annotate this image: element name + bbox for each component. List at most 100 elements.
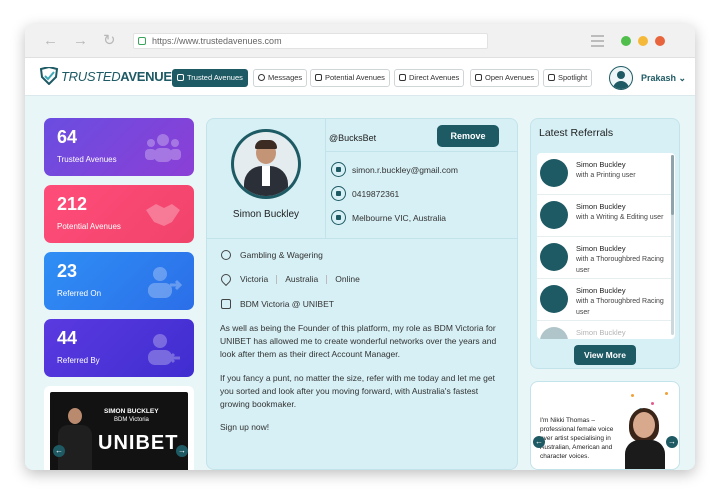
- role-text: BDM Victoria @ UNIBET: [240, 299, 334, 309]
- referral-desc: with a Writing & Editing user: [576, 214, 664, 221]
- voice-artist-photo: [623, 408, 669, 469]
- list-item[interactable]: Simon Buckley: [537, 321, 671, 339]
- promo-subtitle: BDM Victoria: [114, 417, 149, 423]
- email-icon: [331, 162, 346, 177]
- tab-label: Trusted Avenues: [187, 73, 243, 82]
- tab-potential-avenues[interactable]: Potential Avenues: [310, 69, 390, 87]
- tab-open-avenues[interactable]: Open Avenues: [470, 69, 540, 87]
- avenue-icon: [177, 74, 184, 81]
- stat-card-trusted-avenues[interactable]: 64 Trusted Avenues: [44, 118, 194, 176]
- email-row: simon.r.buckley@gmail.com: [331, 162, 458, 177]
- brand-part1: TRUSTED: [61, 68, 121, 84]
- location-text: Melbourne VIC, Australia: [352, 212, 447, 223]
- carousel-prev-icon[interactable]: ←: [53, 445, 65, 457]
- tab-trusted-avenues[interactable]: Trusted Avenues: [172, 69, 248, 87]
- stat-value: 44: [57, 328, 78, 348]
- hamburger-menu-icon[interactable]: [591, 35, 604, 50]
- promo-card[interactable]: SIMON BUCKLEY BDM Victoria UNIBET ← →: [44, 386, 194, 470]
- phone-icon: [331, 186, 346, 201]
- url-text: https://www.trustedavenues.com: [152, 36, 282, 46]
- back-arrow-icon[interactable]: ←: [43, 33, 58, 49]
- remove-button[interactable]: Remove: [437, 125, 499, 147]
- map-pin-icon: [218, 271, 234, 287]
- role-row: BDM Victoria @ UNIBET: [221, 299, 334, 309]
- industry-icon: [221, 250, 231, 260]
- profile-avatar: [231, 129, 301, 199]
- tab-label: Spotlight: [558, 73, 588, 82]
- user-menu[interactable]: Prakash ⌄: [641, 73, 686, 84]
- chat-icon: [258, 74, 265, 81]
- handshake-icon: [315, 74, 322, 81]
- user-avatar[interactable]: [609, 66, 633, 90]
- stat-card-referred-by[interactable]: 44 Referred By: [44, 319, 194, 377]
- bio-paragraph: Sign up now!: [220, 422, 270, 432]
- referral-name: Simon Buckley: [576, 286, 626, 295]
- location-pin-icon: [331, 210, 346, 225]
- tab-spotlight[interactable]: Spotlight: [543, 69, 593, 87]
- spotlight-icon: [548, 74, 555, 81]
- briefcase-icon: [221, 299, 231, 309]
- referral-name: Simon Buckley: [576, 328, 626, 337]
- latest-referrals-panel: Latest Referrals Simon Buckley with a Pri…: [530, 118, 680, 369]
- app-header: TRUSTEDAVENUES® Trusted Avenues Messages…: [25, 58, 695, 96]
- voice-artist-ad[interactable]: I'm Nikki Thomas – professional female v…: [530, 381, 680, 470]
- lock-icon: [138, 37, 146, 45]
- avatar: [540, 201, 568, 229]
- stat-card-referred-on[interactable]: 23 Referred On: [44, 252, 194, 310]
- address-bar[interactable]: https://www.trustedavenues.com: [133, 33, 488, 49]
- area-item: Australia: [285, 274, 319, 284]
- forward-arrow-icon[interactable]: →: [73, 33, 88, 49]
- area-item: Victoria: [240, 274, 269, 284]
- stat-label: Referred By: [57, 356, 100, 365]
- promo-image: SIMON BUCKLEY BDM Victoria UNIBET ← →: [50, 392, 188, 470]
- user-return-icon: [148, 334, 180, 365]
- referral-name: Simon Buckley: [576, 244, 626, 253]
- browser-chrome: ← → ↻ https://www.trustedavenues.com: [25, 24, 695, 58]
- profile-name: Simon Buckley: [232, 209, 300, 220]
- close-dot[interactable]: [655, 36, 665, 46]
- tab-label: Open Avenues: [485, 73, 535, 82]
- stat-card-potential-avenues[interactable]: 212 Potential Avenues: [44, 185, 194, 243]
- direct-icon: [399, 74, 406, 81]
- view-more-button[interactable]: View More: [574, 345, 636, 365]
- carousel-prev-icon[interactable]: ←: [533, 436, 545, 448]
- maximize-dot[interactable]: [621, 36, 631, 46]
- logo-shield-icon: [39, 65, 59, 86]
- stat-value: 64: [57, 127, 78, 147]
- list-item[interactable]: Simon Buckley with a Thoroughbred Racing …: [537, 237, 671, 279]
- location-row: Melbourne VIC, Australia: [331, 210, 446, 225]
- referral-list[interactable]: Simon Buckley with a Printing user Simon …: [537, 153, 675, 339]
- profile-handle: @BucksBet: [329, 133, 377, 143]
- areas-row: Victoria Australia Online: [218, 271, 360, 287]
- referral-name: Simon Buckley: [576, 202, 626, 211]
- user-arrow-icon: [148, 267, 182, 298]
- minimize-dot[interactable]: [638, 36, 648, 46]
- carousel-next-icon[interactable]: →: [666, 436, 678, 448]
- phone-text[interactable]: 0419872361: [352, 189, 399, 199]
- bio-paragraph: As well as being the Founder of this pla…: [220, 323, 497, 359]
- list-item[interactable]: Simon Buckley with a Writing & Editing us…: [537, 195, 671, 237]
- carousel-next-icon[interactable]: →: [176, 445, 188, 457]
- bar-chart-icon: [475, 74, 482, 81]
- presenter-figure: [58, 408, 92, 470]
- chevron-down-icon: ⌄: [678, 73, 687, 83]
- referral-desc: with a Thoroughbred Racing user: [576, 298, 664, 316]
- referral-desc: with a Thoroughbred Racing user: [576, 256, 664, 274]
- tab-direct-avenues[interactable]: Direct Avenues: [394, 69, 465, 87]
- stat-label: Trusted Avenues: [57, 155, 117, 164]
- tab-label: Direct Avenues: [409, 73, 460, 82]
- industry-row: Gambling & Wagering: [221, 250, 323, 260]
- list-item[interactable]: Simon Buckley with a Thoroughbred Racing …: [537, 279, 671, 321]
- list-item[interactable]: Simon Buckley with a Printing user: [537, 153, 671, 195]
- user-name: Prakash: [641, 73, 677, 83]
- logo[interactable]: TRUSTEDAVENUES®: [39, 65, 185, 86]
- referral-desc: with a Printing user: [576, 172, 636, 179]
- promo-title: SIMON BUCKLEY: [104, 408, 159, 415]
- tab-messages[interactable]: Messages: [253, 69, 308, 87]
- reload-icon[interactable]: ↻: [103, 33, 116, 49]
- industry-text: Gambling & Wagering: [240, 250, 323, 260]
- scrollbar[interactable]: [671, 155, 674, 335]
- profile-card: Simon Buckley @BucksBet Remove simon.r.b…: [206, 118, 518, 470]
- email-text[interactable]: simon.r.buckley@gmail.com: [352, 165, 458, 175]
- tab-label: Potential Avenues: [325, 73, 385, 82]
